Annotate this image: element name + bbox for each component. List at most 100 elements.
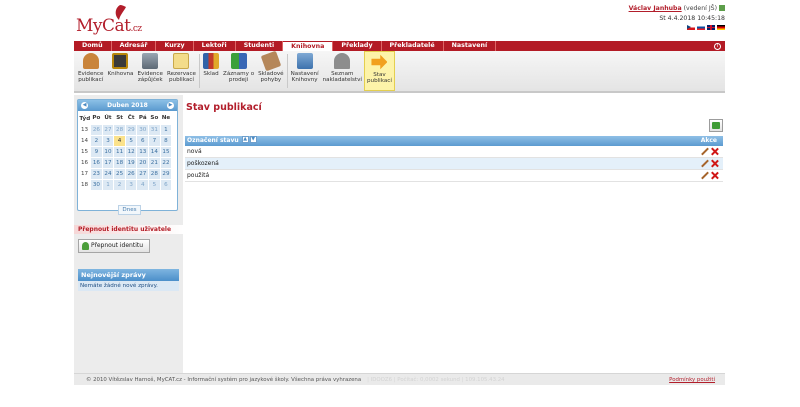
calendar-week-row: 18 30 1 2 3 4 5 6 <box>79 178 173 191</box>
tool-sklad[interactable]: Sklad <box>201 51 221 91</box>
nav-item-courses[interactable]: Kurzy <box>156 41 194 51</box>
calendar-day[interactable]: 14 <box>148 145 161 158</box>
calendar-day[interactable]: 15 <box>159 145 173 158</box>
tool-knihovna[interactable]: Knihovna <box>105 51 135 91</box>
nav-item-home[interactable]: Domů <box>74 41 112 51</box>
flag-gb-icon[interactable] <box>707 25 715 30</box>
calendar-day[interactable]: 5 <box>124 134 138 147</box>
delete-icon[interactable] <box>711 172 718 179</box>
calendar-day[interactable]: 4 <box>136 178 150 191</box>
tool-label: Sklad <box>203 71 219 77</box>
switch-identity-button[interactable]: Přepnout identitu <box>78 239 150 253</box>
delete-icon[interactable] <box>711 160 718 167</box>
calendar-day[interactable]: 28 <box>113 123 126 136</box>
calendar-week-number: 13 <box>80 126 89 133</box>
calendar-day[interactable]: 21 <box>148 156 161 169</box>
sidebar: ◀ Duben 2018 ▶ Týd Po Út St Čt Pá So Ne 13 26 27 2… <box>74 95 183 373</box>
calendar-day[interactable]: 2 <box>113 178 126 191</box>
calendar-day[interactable]: 4 <box>113 134 126 147</box>
add-icon <box>712 122 720 129</box>
nav-item-students[interactable]: Studenti <box>236 41 284 51</box>
calendar-day[interactable]: 13 <box>136 145 150 158</box>
logo-text: MyCat.cz <box>76 16 142 36</box>
tool-seznam-nakladatelstvi[interactable]: Seznam nakladatelství <box>321 51 364 91</box>
tool-evidence-publikaci[interactable]: Evidence publikací <box>76 51 105 91</box>
user-role: (vedení JŠ) <box>683 5 718 12</box>
edit-icon[interactable] <box>701 148 708 155</box>
today-button[interactable]: Dnes <box>118 205 141 215</box>
calendar-weekday-header: Týd <box>79 115 91 122</box>
nav-item-directory[interactable]: Adresář <box>112 41 157 51</box>
tool-skladove-pohyby[interactable]: Skladové pohyby <box>256 50 286 91</box>
calendar-day[interactable]: 19 <box>124 156 138 169</box>
calendar-day[interactable]: 26 <box>90 123 103 136</box>
flag-cz-icon[interactable] <box>687 25 695 30</box>
edit-icon[interactable] <box>701 160 708 167</box>
calendar-day[interactable]: 26 <box>124 167 138 180</box>
next-month-icon[interactable]: ▶ <box>167 102 174 109</box>
calendar-day[interactable]: 16 <box>90 156 103 169</box>
calendar-day[interactable]: 25 <box>113 167 126 180</box>
nav-item-settings[interactable]: Nastavení <box>444 41 497 51</box>
flag-sk-icon[interactable] <box>697 25 705 30</box>
calendar-day[interactable]: 24 <box>101 167 115 180</box>
footer: © 2010 Vítězslav Harnoš, MyCAT.cz - Info… <box>74 373 725 385</box>
calendar-week-row: 16 16 17 18 19 20 21 22 <box>79 156 173 169</box>
calendar-day[interactable]: 18 <box>113 156 126 169</box>
calendar-day[interactable]: 28 <box>148 167 161 180</box>
calendar-day[interactable]: 5 <box>148 178 161 191</box>
library-toolbar: Evidence publikací Knihovna Evidence záp… <box>74 50 725 93</box>
table-header: Označení stavu ▲ ▼ Akce <box>185 136 723 146</box>
calendar-day[interactable]: 2 <box>90 134 103 147</box>
calendar-day[interactable]: 1 <box>159 123 173 136</box>
calendar-day[interactable]: 6 <box>159 178 173 191</box>
calendar-day[interactable]: 9 <box>90 145 103 158</box>
tool-nastaveni-knihovny[interactable]: Nastavení Knihovny <box>289 51 321 91</box>
logo[interactable]: MyCat.cz <box>74 4 144 40</box>
calendar-day[interactable]: 10 <box>101 145 115 158</box>
edit-icon[interactable] <box>701 172 708 179</box>
calendar-day[interactable]: 29 <box>159 167 173 180</box>
add-status-button[interactable] <box>709 119 723 132</box>
tool-stav-publikaci[interactable]: Stav publikací <box>363 51 395 91</box>
calendar-day[interactable]: 29 <box>124 123 138 136</box>
tool-evidence-zapujcek[interactable]: Evidence zápůjček <box>136 51 165 91</box>
prev-month-icon[interactable]: ◀ <box>81 102 88 109</box>
user-name-link[interactable]: Václav Janhuba <box>629 5 682 12</box>
info-icon[interactable]: i <box>714 42 721 50</box>
calendar-day[interactable]: 7 <box>148 134 161 147</box>
logout-icon[interactable] <box>719 5 725 11</box>
calendar-day[interactable]: 31 <box>148 123 161 136</box>
table-row: poškozená <box>185 158 723 170</box>
calendar-day[interactable]: 27 <box>101 123 115 136</box>
sort-asc-icon[interactable]: ▲ <box>241 136 249 143</box>
tool-zaznamy-o-prodeji[interactable]: Záznamy o prodeji <box>221 51 256 91</box>
flag-de-icon[interactable] <box>717 25 725 30</box>
calendar-day[interactable]: 20 <box>136 156 150 169</box>
calendar-day[interactable]: 6 <box>136 134 150 147</box>
nav-item-library[interactable]: Knihovna <box>283 41 334 51</box>
nav-item-lecturers[interactable]: Lektoři <box>194 41 236 51</box>
nav-item-translators[interactable]: Překladatelé <box>382 41 444 51</box>
row-actions <box>701 160 718 167</box>
sort-desc-icon[interactable]: ▼ <box>249 136 257 143</box>
calendar-day[interactable]: 8 <box>159 134 173 147</box>
calendar-day[interactable]: 3 <box>124 178 138 191</box>
calendar-day[interactable]: 27 <box>136 167 150 180</box>
calendar-day[interactable]: 30 <box>136 123 150 136</box>
nav-item-translations[interactable]: Překlady <box>333 41 382 51</box>
calendar-day[interactable]: 12 <box>124 145 138 158</box>
calendar-day[interactable]: 17 <box>101 156 115 169</box>
calendar-day[interactable]: 3 <box>101 134 115 147</box>
delete-icon[interactable] <box>711 148 718 155</box>
calendar-month-label: Duben 2018 <box>107 102 148 109</box>
switch-identity-label: Přepnout identitu <box>91 242 144 249</box>
calendar-day[interactable]: 22 <box>159 156 173 169</box>
tool-label: Knihovna <box>107 71 134 77</box>
tool-rezervace-publikaci[interactable]: Rezervace publikací <box>165 51 198 91</box>
calendar-day[interactable]: 30 <box>90 178 103 191</box>
calendar-day[interactable]: 23 <box>90 167 103 180</box>
terms-link[interactable]: Podmínky použití <box>669 374 715 386</box>
calendar-day[interactable]: 11 <box>113 145 126 158</box>
calendar-day[interactable]: 1 <box>101 178 115 191</box>
